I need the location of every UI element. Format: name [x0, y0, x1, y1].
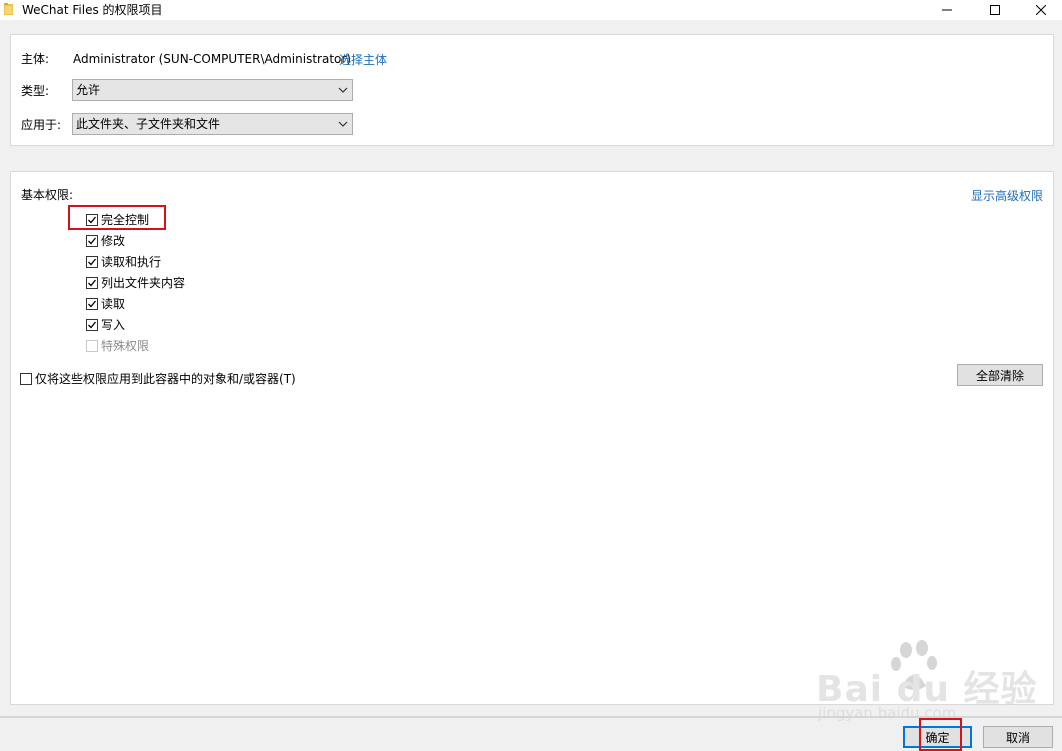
permission-row[interactable]: 列出文件夹内容	[86, 275, 185, 291]
principal-label: 主体:	[21, 52, 50, 66]
select-principal-link[interactable]: 选择主体	[339, 52, 387, 68]
permission-label: 写入	[101, 318, 126, 332]
permission-checkbox[interactable]	[86, 298, 98, 310]
maximize-icon	[990, 5, 1000, 15]
footer-separator	[0, 716, 1062, 718]
permission-checkbox	[86, 340, 98, 352]
permission-label: 读取	[101, 297, 126, 311]
clear-all-button[interactable]: 全部清除	[957, 364, 1043, 386]
permission-row[interactable]: 读取和执行	[86, 254, 161, 270]
applies-to-dropdown[interactable]: 此文件夹、子文件夹和文件	[72, 113, 353, 135]
apply-only-to-container-checkbox-row[interactable]: 仅将这些权限应用到此容器中的对象和/或容器(T)	[20, 371, 296, 387]
cancel-label: 取消	[1005, 730, 1030, 745]
close-icon	[1036, 5, 1046, 15]
principal-value: Administrator (SUN-COMPUTER\Administrato…	[73, 52, 351, 66]
type-selected: 允许	[76, 83, 101, 97]
permission-checkbox[interactable]	[86, 256, 98, 268]
checkmark-icon	[88, 216, 97, 224]
apply-only-checkbox[interactable]	[20, 373, 32, 385]
apply-only-label: 仅将这些权限应用到此容器中的对象和/或容器(T)	[35, 372, 296, 386]
permission-checkbox[interactable]	[86, 319, 98, 331]
permission-label: 修改	[101, 234, 126, 248]
ok-label: 确定	[925, 730, 950, 745]
applies-to-selected: 此文件夹、子文件夹和文件	[76, 117, 221, 131]
folder-icon	[4, 3, 13, 15]
permission-checkbox[interactable]	[86, 214, 98, 226]
title-bar: WeChat Files 的权限项目	[0, 0, 1062, 20]
chevron-down-icon	[338, 121, 348, 127]
checkmark-icon	[88, 279, 97, 287]
permission-row[interactable]: 写入	[86, 317, 125, 333]
permission-label: 完全控制	[101, 213, 150, 227]
applies-to-label: 应用于:	[21, 118, 62, 132]
permission-row: 特殊权限	[86, 338, 149, 354]
watermark-url: jingyan.baidu.com	[818, 704, 957, 722]
minimize-icon	[942, 9, 952, 11]
window-title: WeChat Files 的权限项目	[22, 3, 163, 17]
show-advanced-permissions-link[interactable]: 显示高级权限	[971, 188, 1043, 204]
permission-row[interactable]: 读取	[86, 296, 125, 312]
permission-label: 特殊权限	[101, 339, 150, 353]
permission-label: 列出文件夹内容	[101, 276, 186, 290]
maximize-button[interactable]	[972, 0, 1018, 20]
permission-row[interactable]: 完全控制	[86, 212, 149, 228]
close-button[interactable]	[1018, 0, 1062, 20]
permissions-panel: 基本权限: 显示高级权限 完全控制 修改 读取和执行 列出文件夹内容 读取 写入 特殊权限 …	[10, 171, 1054, 705]
permission-row[interactable]: 修改	[86, 233, 125, 249]
permission-entry-window: WeChat Files 的权限项目 主体: Administrator (SU…	[0, 0, 1062, 751]
checkmark-icon	[88, 237, 97, 245]
ok-button[interactable]: 确定	[903, 726, 972, 748]
chevron-down-icon	[338, 87, 348, 93]
type-label: 类型:	[21, 84, 50, 98]
principal-panel: 主体: Administrator (SUN-COMPUTER\Administ…	[10, 34, 1054, 146]
checkmark-icon	[88, 258, 97, 266]
clear-all-label: 全部清除	[975, 368, 1024, 383]
cancel-button[interactable]: 取消	[983, 726, 1053, 748]
checkmark-icon	[88, 300, 97, 308]
checkmark-icon	[88, 321, 97, 329]
minimize-button[interactable]	[924, 0, 970, 20]
permission-checkbox[interactable]	[86, 277, 98, 289]
type-dropdown[interactable]: 允许	[72, 79, 353, 101]
basic-permissions-heading: 基本权限:	[21, 188, 74, 202]
permission-checkbox[interactable]	[86, 235, 98, 247]
permission-label: 读取和执行	[101, 255, 162, 269]
